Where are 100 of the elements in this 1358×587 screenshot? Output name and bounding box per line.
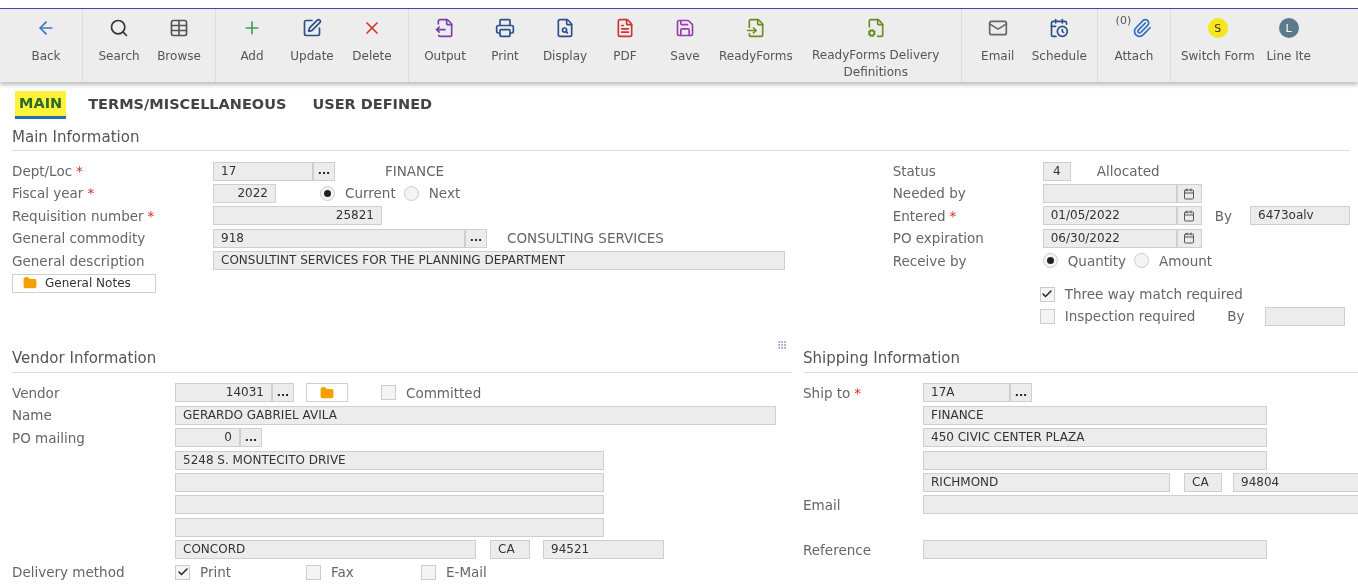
tab[interactable]: USER DEFINED: [308, 91, 437, 119]
calendar-clock-icon: [1049, 18, 1070, 38]
text-field[interactable]: 6473oalv: [1250, 206, 1350, 226]
field-label: Delivery method: [12, 563, 125, 580]
field-label: Dept/Loc *: [12, 163, 83, 180]
lookup-button[interactable]: ...: [313, 161, 335, 181]
pdf-icon: [615, 18, 635, 38]
checkbox[interactable]: [306, 564, 321, 580]
text-field[interactable]: GERARDO GABRIEL AVILA: [175, 405, 776, 425]
document-search-icon: [555, 18, 575, 38]
folder-button[interactable]: [306, 383, 348, 403]
toolbar-button[interactable]: Search: [89, 9, 149, 81]
text-field[interactable]: [175, 495, 604, 515]
radio-button[interactable]: [1134, 253, 1150, 269]
calendar-icon: [1183, 187, 1196, 200]
toolbar-button[interactable]: Update: [282, 9, 342, 81]
toolbar-button[interactable]: PDF: [595, 9, 655, 81]
text-field[interactable]: [1042, 184, 1177, 204]
text-field[interactable]: 450 CIVIC CENTER PLAZA: [923, 428, 1267, 448]
description-text: CONSULTING SERVICES: [507, 229, 664, 249]
radio-label: Next: [428, 184, 461, 204]
tab[interactable]: MAIN: [15, 91, 67, 119]
general-notes-button[interactable]: General Notes: [12, 273, 156, 293]
toolbar-button[interactable]: Save: [655, 9, 715, 81]
field-label: PO expiration: [892, 230, 984, 247]
text-field[interactable]: 5248 S. MONTECITO DRIVE: [175, 450, 604, 470]
description-text: FINANCE: [385, 162, 445, 182]
toolbar-button[interactable]: Schedule: [1027, 9, 1091, 81]
toolbar-button[interactable]: Output: [415, 9, 475, 81]
calendar-icon: [1183, 209, 1196, 222]
section-title: Main Information: [12, 126, 140, 148]
toolbar-button[interactable]: ReadyForms: [715, 9, 797, 81]
text-field[interactable]: 918: [213, 228, 465, 248]
text-field[interactable]: CA: [1184, 473, 1222, 492]
text-field[interactable]: CONCORD: [175, 540, 476, 560]
text-field[interactable]: 17A: [923, 383, 1010, 403]
text-field[interactable]: [175, 473, 604, 492]
checkbox-label: Committed: [406, 383, 482, 403]
text-field[interactable]: 14031: [175, 383, 272, 403]
calendar-button[interactable]: [1176, 206, 1202, 226]
text-field[interactable]: [923, 495, 1358, 515]
text-field[interactable]: [923, 450, 1267, 470]
checkbox-label: E-Mail: [446, 562, 487, 582]
text-field[interactable]: [1264, 307, 1345, 327]
radio-label: Quantity: [1067, 251, 1127, 271]
lookup-button[interactable]: ...: [272, 383, 294, 403]
toolbar-button[interactable]: Email: [967, 9, 1028, 81]
checkbox[interactable]: [1039, 309, 1055, 325]
toolbar-button[interactable]: Delete: [342, 9, 402, 81]
lookup-button[interactable]: ...: [240, 428, 262, 448]
calendar-button[interactable]: [1176, 228, 1202, 248]
letter-badge: S: [1207, 18, 1228, 38]
checkbox-label: Three way match required: [1064, 285, 1243, 304]
text-field[interactable]: 0: [175, 428, 240, 448]
text-field[interactable]: 17: [213, 161, 313, 181]
text-field[interactable]: FINANCE: [923, 405, 1267, 425]
radio-button[interactable]: [403, 186, 419, 202]
radio-button[interactable]: [320, 186, 335, 202]
calendar-button[interactable]: [1176, 184, 1202, 204]
toolbar-button[interactable]: ReadyForms Delivery Definitions: [796, 9, 955, 81]
toolbar-button[interactable]: Display: [535, 9, 595, 81]
table-icon: [169, 18, 189, 38]
status-text: Allocated: [1096, 162, 1160, 182]
checkbox[interactable]: [1039, 286, 1055, 302]
text-field[interactable]: 4: [1042, 161, 1071, 181]
text-field[interactable]: 94804: [1233, 473, 1358, 492]
grip-icon[interactable]: [777, 339, 787, 350]
checkbox[interactable]: [421, 564, 436, 580]
text-field[interactable]: 2022: [213, 184, 276, 204]
text-field[interactable]: 94521: [543, 540, 664, 560]
toolbar-button[interactable]: Print: [475, 9, 535, 81]
text-field[interactable]: 01/05/2022: [1042, 206, 1177, 226]
lookup-button[interactable]: ...: [465, 228, 487, 248]
text-field[interactable]: 25821: [213, 206, 382, 226]
radio-button[interactable]: [1042, 253, 1058, 269]
checkbox-label: Fax: [331, 562, 354, 582]
document-arrow-icon: [745, 18, 766, 38]
checkbox[interactable]: [381, 385, 396, 401]
toolbar-button[interactable]: L Line Ite: [1258, 9, 1319, 81]
field-label: Status: [892, 163, 936, 180]
field-label: Requisition number *: [12, 207, 155, 224]
text-field[interactable]: CA: [490, 540, 530, 560]
radio-label: Amount: [1159, 251, 1213, 271]
toolbar-button[interactable]: Browse: [149, 9, 209, 81]
tab[interactable]: TERMS/MISCELLANEOUS: [84, 91, 291, 119]
field-label: PO mailing: [12, 429, 85, 446]
checkbox[interactable]: [175, 564, 190, 580]
text-field[interactable]: CONSULTINT SERVICES FOR THE PLANNING DEPARTMENT: [213, 251, 785, 271]
text-field[interactable]: [175, 517, 604, 537]
lookup-button[interactable]: ...: [1010, 383, 1032, 403]
toolbar-button[interactable]: Add: [222, 9, 282, 81]
attachment-count: (0): [1115, 13, 1132, 29]
edit-icon: [302, 18, 322, 38]
text-field[interactable]: 06/30/2022: [1042, 228, 1177, 248]
toolbar-button[interactable]: (0) Attach: [1103, 9, 1164, 81]
toolbar-button[interactable]: S Switch Form: [1176, 9, 1259, 81]
text-field[interactable]: RICHMOND: [923, 473, 1170, 492]
toolbar-button[interactable]: Back: [16, 9, 76, 81]
text-field[interactable]: [923, 540, 1267, 560]
field-label: By: [1214, 206, 1232, 226]
